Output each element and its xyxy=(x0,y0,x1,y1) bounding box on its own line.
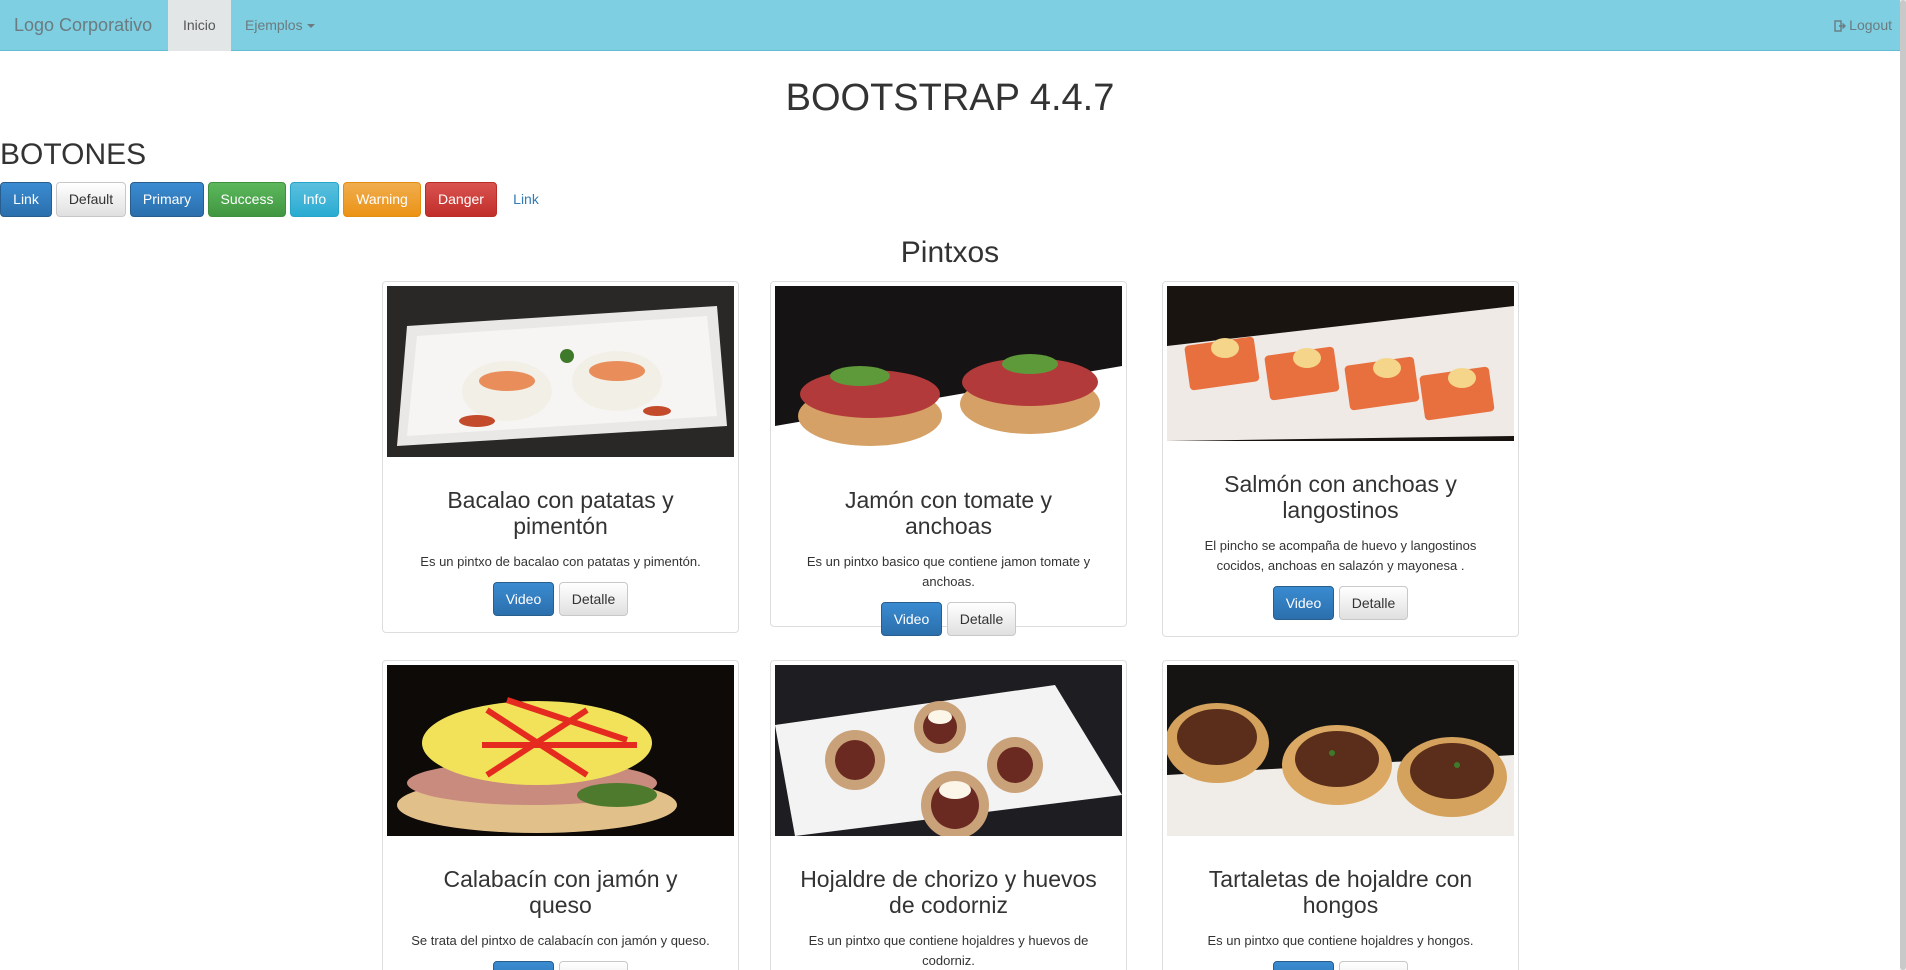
card-title: Hojaldre de chorizo y huevos de codorniz xyxy=(800,866,1097,919)
nav-item-ejemplos[interactable]: Ejemplos xyxy=(230,0,330,51)
pintxo-image xyxy=(1167,286,1514,441)
card-description: El pincho se acompaña de huevo y langost… xyxy=(1204,537,1477,573)
video-button[interactable]: Video xyxy=(880,601,943,636)
brand-logo[interactable]: Logo Corporativo xyxy=(14,0,152,51)
scrollbar-thumb[interactable] xyxy=(1900,0,1906,970)
video-button[interactable]: Video xyxy=(492,581,555,616)
logout-link[interactable]: Logout xyxy=(1834,0,1892,51)
page-scrollbar[interactable] xyxy=(1900,0,1906,970)
success-button[interactable]: Success xyxy=(208,182,286,217)
warning-button[interactable]: Warning xyxy=(343,182,421,217)
default-button[interactable]: Default xyxy=(56,182,126,217)
pintxo-card: Hojaldre de chorizo y huevos de codorniz… xyxy=(770,660,1127,970)
logout-label: Logout xyxy=(1849,17,1892,33)
detalle-button[interactable]: Detalle xyxy=(558,581,629,616)
card-title: Bacalao con patatas y pimentón xyxy=(447,487,674,540)
info-button[interactable]: Info xyxy=(290,182,339,217)
pintxo-image xyxy=(1167,665,1514,836)
video-button[interactable]: Video xyxy=(492,960,555,970)
pintxo-card: Calabacín con jamón y queso Se trata del… xyxy=(382,660,739,970)
primary-button[interactable]: Primary xyxy=(130,182,204,217)
detalle-button[interactable]: Detalle xyxy=(1338,585,1409,620)
card-description: Es un pintxo que contiene hojaldres y ho… xyxy=(1207,932,1474,948)
detalle-button[interactable]: Detalle xyxy=(558,960,629,970)
text-link[interactable]: Link xyxy=(506,182,546,217)
pintxo-card: Tartaletas de hojaldre con hongos Es un … xyxy=(1162,660,1519,970)
danger-button[interactable]: Danger xyxy=(425,182,497,217)
top-navbar: Logo Corporativo Inicio Ejemplos Logout xyxy=(0,0,1906,51)
nav-item-ejemplos-label: Ejemplos xyxy=(245,17,303,33)
card-title: Calabacín con jamón y queso xyxy=(443,866,678,919)
pintxo-card: Bacalao con patatas y pimentón Es un pin… xyxy=(382,281,739,633)
page-title: BOOTSTRAP 4.4.7 xyxy=(785,77,1115,119)
card-description: Se trata del pintxo de calabacín con jam… xyxy=(411,932,710,948)
pintxo-card: Salmón con anchoas y langostinos El pinc… xyxy=(1162,281,1519,637)
pintxo-image xyxy=(775,286,1122,457)
detalle-button[interactable]: Detalle xyxy=(946,601,1017,636)
pintxos-heading: Pintxos xyxy=(900,236,1000,269)
video-button[interactable]: Video xyxy=(1272,960,1335,970)
pintxo-card: Jamón con tomate y anchoas Es un pintxo … xyxy=(770,281,1127,636)
detalle-button[interactable]: Detalle xyxy=(1338,960,1409,970)
nav-item-inicio[interactable]: Inicio xyxy=(168,0,231,51)
sign-out-icon xyxy=(1834,20,1847,32)
video-button[interactable]: Video xyxy=(1272,585,1335,620)
card-description: Es un pintxo basico que contiene jamon t… xyxy=(806,553,1091,589)
caret-down-icon xyxy=(306,24,315,29)
section-title-botones: BOTONES xyxy=(0,138,147,171)
card-title: Tartaletas de hojaldre con hongos xyxy=(1208,866,1473,919)
card-description: Es un pintxo que contiene hojaldres y hu… xyxy=(808,932,1089,968)
pintxo-image xyxy=(775,665,1122,836)
pintxo-image xyxy=(387,665,734,836)
card-title: Jamón con tomate y anchoas xyxy=(844,487,1053,540)
pintxo-image xyxy=(387,286,734,457)
card-title: Salmón con anchoas y langostinos xyxy=(1224,471,1457,524)
card-description: Es un pintxo de bacalao con patatas y pi… xyxy=(420,553,701,569)
link-button[interactable]: Link xyxy=(0,182,52,217)
